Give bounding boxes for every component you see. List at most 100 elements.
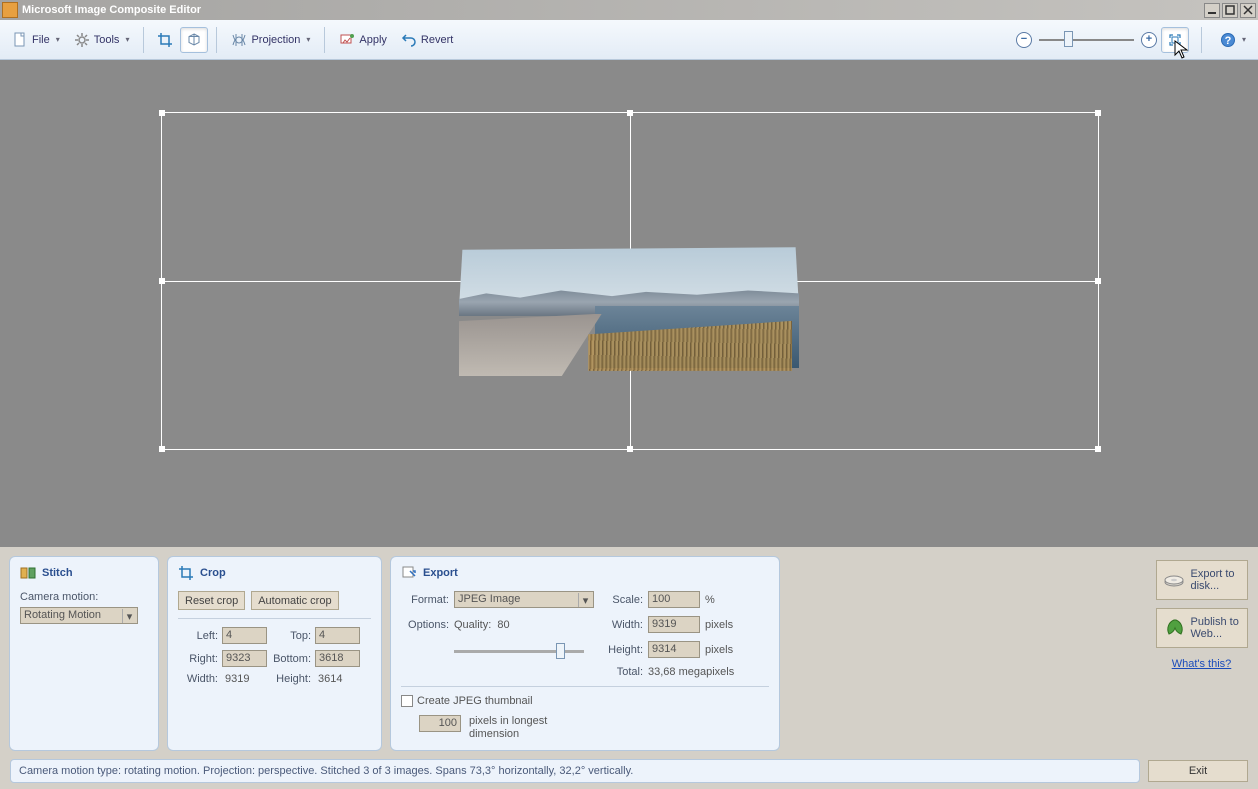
leaf-icon [1163, 617, 1185, 639]
whats-this-link[interactable]: What's this? [1172, 658, 1232, 670]
crop-handle[interactable] [1095, 446, 1101, 452]
fit-screen-icon [1167, 32, 1183, 48]
zoom-thumb[interactable] [1064, 31, 1073, 47]
height-unit: pixels [705, 644, 755, 656]
zoom-in-button[interactable]: + [1141, 32, 1157, 48]
chevron-down-icon: ▾ [56, 35, 60, 44]
crop-left-input[interactable] [222, 627, 267, 644]
zoom-slider[interactable]: − + [1016, 32, 1157, 48]
stitch-title: Stitch [42, 567, 73, 579]
gear-icon [74, 32, 90, 48]
export-title: Export [423, 567, 458, 579]
export-disk-label: Export to disk... [1191, 568, 1235, 592]
apply-label: Apply [359, 34, 387, 46]
side-actions: Export to disk... Publish to Web... What… [1154, 556, 1249, 670]
zoom-out-button[interactable]: − [1016, 32, 1032, 48]
quality-slider[interactable] [454, 650, 584, 653]
crop-tool-button[interactable] [152, 28, 178, 52]
reset-crop-button[interactable]: Reset crop [178, 591, 245, 610]
status-text: Camera motion type: rotating motion. Pro… [10, 759, 1140, 783]
help-menu[interactable]: ? ▾ [1214, 28, 1252, 52]
left-label: Left: [178, 630, 218, 642]
format-select[interactable]: JPEG Image▾ [454, 591, 594, 608]
stitch-icon [20, 565, 36, 581]
tools-menu[interactable]: Tools ▾ [68, 28, 136, 52]
thumbnail-label: Create JPEG thumbnail [417, 695, 533, 707]
fit-to-screen-button[interactable] [1161, 27, 1189, 53]
crop-bottom-input[interactable] [315, 650, 360, 667]
file-menu[interactable]: File ▾ [6, 28, 66, 52]
export-to-disk-button[interactable]: Export to disk... [1156, 560, 1248, 600]
revert-icon [401, 32, 417, 48]
thumbnail-checkbox[interactable]: Create JPEG thumbnail [401, 695, 769, 707]
crop-handle[interactable] [1095, 278, 1101, 284]
file-icon [12, 32, 28, 48]
export-height-input[interactable] [648, 641, 700, 658]
revert-button[interactable]: Revert [395, 28, 459, 52]
crop-icon [157, 32, 173, 48]
projection-label: Projection [251, 34, 300, 46]
crop-height-value: 3614 [315, 673, 360, 685]
app-icon [2, 2, 18, 18]
preview-canvas[interactable] [0, 60, 1258, 547]
export-height-label: Height: [599, 644, 643, 656]
crop-handle[interactable] [159, 278, 165, 284]
close-button[interactable] [1240, 3, 1256, 18]
bottom-label: Bottom: [271, 653, 311, 665]
scale-label: Scale: [599, 594, 643, 606]
export-width-input[interactable] [648, 616, 700, 633]
zoom-track[interactable] [1039, 39, 1134, 41]
maximize-button[interactable] [1222, 3, 1238, 18]
export-icon [401, 565, 417, 581]
crop-handle[interactable] [159, 110, 165, 116]
width-unit: pixels [705, 619, 755, 631]
cube-icon [186, 32, 202, 48]
quality-label: Quality: [454, 619, 491, 631]
thumbnail-size-input[interactable] [419, 715, 461, 732]
separator [216, 27, 217, 53]
crop-handle[interactable] [1095, 110, 1101, 116]
disk-icon [1163, 569, 1185, 591]
total-label: Total: [599, 666, 643, 678]
scale-unit: % [705, 594, 755, 606]
stitch-panel: Stitch Camera motion: Rotating Motion ▾ [9, 556, 159, 751]
publish-web-label: Publish to Web... [1191, 616, 1239, 640]
camera-motion-select[interactable]: Rotating Motion ▾ [20, 607, 138, 624]
panorama-image [459, 246, 799, 376]
minimize-button[interactable] [1204, 3, 1220, 18]
svg-text:?: ? [1225, 35, 1232, 47]
quality-thumb[interactable] [556, 643, 565, 659]
help-icon: ? [1220, 32, 1236, 48]
apply-icon [339, 32, 355, 48]
crop-panel: Crop Reset crop Automatic crop Left: Top… [167, 556, 382, 751]
crop-top-input[interactable] [315, 627, 360, 644]
chevron-down-icon: ▾ [306, 35, 310, 44]
orientation-tool-button[interactable] [180, 27, 208, 53]
automatic-crop-button[interactable]: Automatic crop [251, 591, 338, 610]
separator [324, 27, 325, 53]
crop-right-input[interactable] [222, 650, 267, 667]
projection-menu[interactable]: Projection ▾ [225, 28, 316, 52]
camera-motion-label: Camera motion: [20, 591, 98, 603]
bottom-panels: Stitch Camera motion: Rotating Motion ▾ … [0, 547, 1258, 755]
crop-handle[interactable] [159, 446, 165, 452]
window-title: Microsoft Image Composite Editor [22, 4, 1204, 16]
chevron-down-icon: ▾ [125, 35, 129, 44]
width-label: Width: [178, 673, 218, 685]
crop-handle[interactable] [627, 110, 633, 116]
publish-to-web-button[interactable]: Publish to Web... [1156, 608, 1248, 648]
separator [143, 27, 144, 53]
tools-label: Tools [94, 34, 120, 46]
scale-input[interactable] [648, 591, 700, 608]
crop-handle[interactable] [627, 446, 633, 452]
chevron-down-icon: ▾ [1242, 35, 1246, 44]
options-label: Options: [401, 619, 449, 631]
export-panel: Export Format: JPEG Image▾ Scale: % Opti… [390, 556, 780, 751]
crop-title: Crop [200, 567, 226, 579]
revert-label: Revert [421, 34, 453, 46]
apply-button[interactable]: Apply [333, 28, 393, 52]
file-label: File [32, 34, 50, 46]
exit-button[interactable]: Exit [1148, 760, 1248, 782]
projection-icon [231, 32, 247, 48]
format-label: Format: [401, 594, 449, 606]
